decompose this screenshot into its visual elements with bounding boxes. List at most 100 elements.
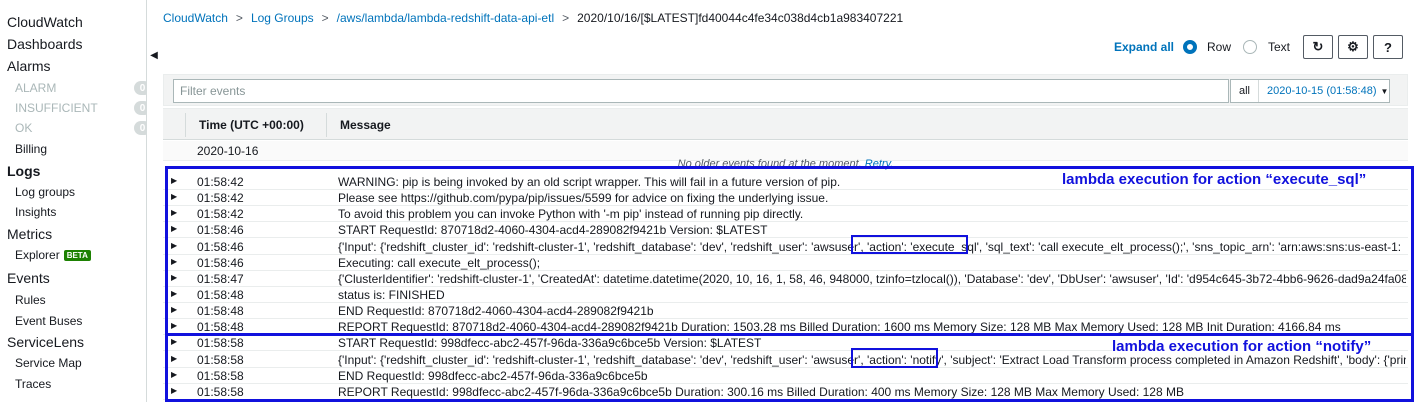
filter-bar: all 2020-10-15 (01:58:48) ▼ [163,74,1408,106]
sidebar-item-insufficient[interactable]: INSUFFICIENT 0 [15,98,146,118]
sidebar-item-log-groups[interactable]: Log groups [15,182,146,202]
settings-button[interactable]: ⚙ [1338,35,1368,59]
table-row[interactable]: ▶ 01:58:46 {'Input': {'redshift_cluster_id… [163,239,1408,255]
table-row[interactable]: ▶ 01:58:42 To avoid this problem you can i… [163,206,1408,222]
sidebar-item-cloudwatch[interactable]: CloudWatch [7,12,146,32]
log-message: {'Input': {'redshift_cluster_id': 'redsh… [338,353,1406,367]
refresh-button[interactable]: ↻ [1303,35,1333,59]
no-older-text: No older events found at the moment. [677,158,862,170]
range-date-value[interactable]: 2020-10-15 (01:58:48) [1259,85,1376,97]
log-message: REPORT RequestId: 870718d2-4060-4304-acd… [338,320,1341,334]
help-button[interactable]: ? [1373,35,1403,59]
breadcrumb-log-stream: 2020/10/16/[$LATEST]fd40044c4fe34c038d4c… [577,11,904,25]
log-time: 01:58:58 [197,353,244,367]
expand-caret-icon[interactable]: ▶ [171,370,177,379]
breadcrumb: CloudWatch > Log Groups > /aws/lambda/la… [163,10,903,26]
expand-caret-icon[interactable]: ▶ [171,289,177,298]
sidebar-item-ok[interactable]: OK 0 [15,118,146,138]
time-range-selector[interactable]: all 2020-10-15 (01:58:48) ▼ [1230,79,1390,103]
expand-all-link[interactable]: Expand all [1114,40,1174,54]
log-time: 01:58:42 [197,207,244,221]
help-icon: ? [1384,39,1392,55]
log-events-table: Time (UTC +00:00) Message 2020-10-16 No … [163,108,1408,402]
alarm-count-badge: 0 [134,81,146,95]
filter-events-input[interactable] [173,79,1229,103]
sidebar-item-traces[interactable]: Traces [15,374,146,394]
log-time: 01:58:42 [197,191,244,205]
breadcrumb-separator: > [562,11,570,25]
sidebar-item-insights[interactable]: Insights [15,202,146,222]
expand-caret-icon[interactable]: ▶ [171,241,177,250]
table-row[interactable]: ▶ 01:58:48 REPORT RequestId: 870718d2-4060… [163,319,1408,335]
sidebar-collapse-button[interactable]: ◀ [147,44,161,66]
sidebar-item-billing[interactable]: Billing [15,139,146,159]
sidebar-item-alarms[interactable]: Alarms [7,56,146,76]
row-view-radio[interactable] [1183,40,1197,54]
log-message: END RequestId: 998dfecc-abc2-457f-96da-3… [338,369,648,383]
table-row[interactable]: ▶ 01:58:48 status is: FINISHED [163,287,1408,303]
sidebar-item-alarm[interactable]: ALARM 0 [15,78,146,98]
column-divider [326,113,327,137]
log-message: Please see https://github.com/pypa/pip/i… [338,191,829,205]
breadcrumb-log-groups[interactable]: Log Groups [251,11,314,25]
table-header: Time (UTC +00:00) Message [163,108,1408,140]
sidebar-item-events[interactable]: Events [7,268,146,288]
annotation-label-notify: lambda execution for action “notify” [1112,338,1372,355]
gear-icon: ⚙ [1347,39,1359,54]
insufficient-count-badge: 0 [134,101,146,115]
log-time: 01:58:58 [197,369,244,383]
expand-caret-icon[interactable]: ▶ [171,354,177,363]
sidebar-item-service-map[interactable]: Service Map [15,353,146,373]
row-view-label: Row [1207,40,1232,54]
log-message: REPORT RequestId: 998dfecc-abc2-457f-96d… [338,385,1184,399]
expand-caret-icon[interactable]: ▶ [171,192,177,201]
log-message: status is: FINISHED [338,288,445,302]
breadcrumb-separator: > [235,11,243,25]
log-message: END RequestId: 870718d2-4060-4304-acd4-2… [338,304,654,318]
sidebar-item-label: INSUFFICIENT [15,101,98,115]
table-row[interactable]: ▶ 01:58:42 Please see https://github.com/p… [163,190,1408,206]
expand-caret-icon[interactable]: ▶ [171,257,177,266]
sidebar-item-event-buses[interactable]: Event Buses [15,311,146,331]
range-all-option[interactable]: all [1231,80,1260,102]
sidebar-item-rules[interactable]: Rules [15,290,146,310]
breadcrumb-separator: > [321,11,329,25]
expand-caret-icon[interactable]: ▶ [171,176,177,185]
expand-caret-icon[interactable]: ▶ [171,305,177,314]
sidebar-item-metrics[interactable]: Metrics [7,224,146,244]
expand-caret-icon[interactable]: ▶ [171,321,177,330]
table-row[interactable]: ▶ 01:58:46 START RequestId: 870718d2-4060-… [163,222,1408,238]
text-view-radio[interactable] [1243,40,1257,54]
table-row[interactable]: ▶ 01:58:46 Executing: call execute_elt_pro… [163,255,1408,271]
log-time: 01:58:47 [197,272,244,286]
sidebar-item-label: ALARM [15,81,57,95]
expand-caret-icon[interactable]: ▶ [171,273,177,282]
log-time: 01:58:46 [197,256,244,270]
date-group-label: 2020-10-16 [197,144,259,158]
sidebar-item-label: OK [15,121,33,135]
breadcrumb-cloudwatch[interactable]: CloudWatch [163,11,228,25]
sidebar-item-servicelens[interactable]: ServiceLens [7,332,146,352]
expand-caret-icon[interactable]: ▶ [171,224,177,233]
column-header-time[interactable]: Time (UTC +00:00) [199,109,304,140]
log-message: Executing: call execute_elt_process(); [338,256,541,270]
expand-caret-icon[interactable]: ▶ [171,337,177,346]
log-message: {'Input': {'redshift_cluster_id': 'redsh… [338,240,1402,254]
table-row[interactable]: ▶ 01:58:58 REPORT RequestId: 998dfecc-abc2… [163,384,1408,400]
log-time: 01:58:58 [197,336,244,350]
sidebar-item-logs[interactable]: Logs [7,161,146,181]
column-header-message[interactable]: Message [340,109,391,140]
retry-link[interactable]: Retry. [865,158,894,170]
log-message: START RequestId: 870718d2-4060-4304-acd4… [338,223,768,237]
annotation-label-execute-sql: lambda execution for action “execute_sql… [1062,171,1367,188]
table-row[interactable]: ▶ 01:58:47 {'ClusterIdentifier': 'redshift… [163,271,1408,287]
sidebar-item-explorer[interactable]: Explorer BETA [15,245,146,265]
breadcrumb-log-group[interactable]: /aws/lambda/lambda-redshift-data-api-etl [337,11,554,25]
expand-caret-icon[interactable]: ▶ [171,208,177,217]
beta-badge: BETA [63,249,91,261]
table-row[interactable]: ▶ 01:58:48 END RequestId: 870718d2-4060-43… [163,303,1408,319]
column-divider [185,113,186,137]
sidebar-item-dashboards[interactable]: Dashboards [7,34,146,54]
expand-caret-icon[interactable]: ▶ [171,386,177,395]
table-row[interactable]: ▶ 01:58:58 END RequestId: 998dfecc-abc2-45… [163,368,1408,384]
